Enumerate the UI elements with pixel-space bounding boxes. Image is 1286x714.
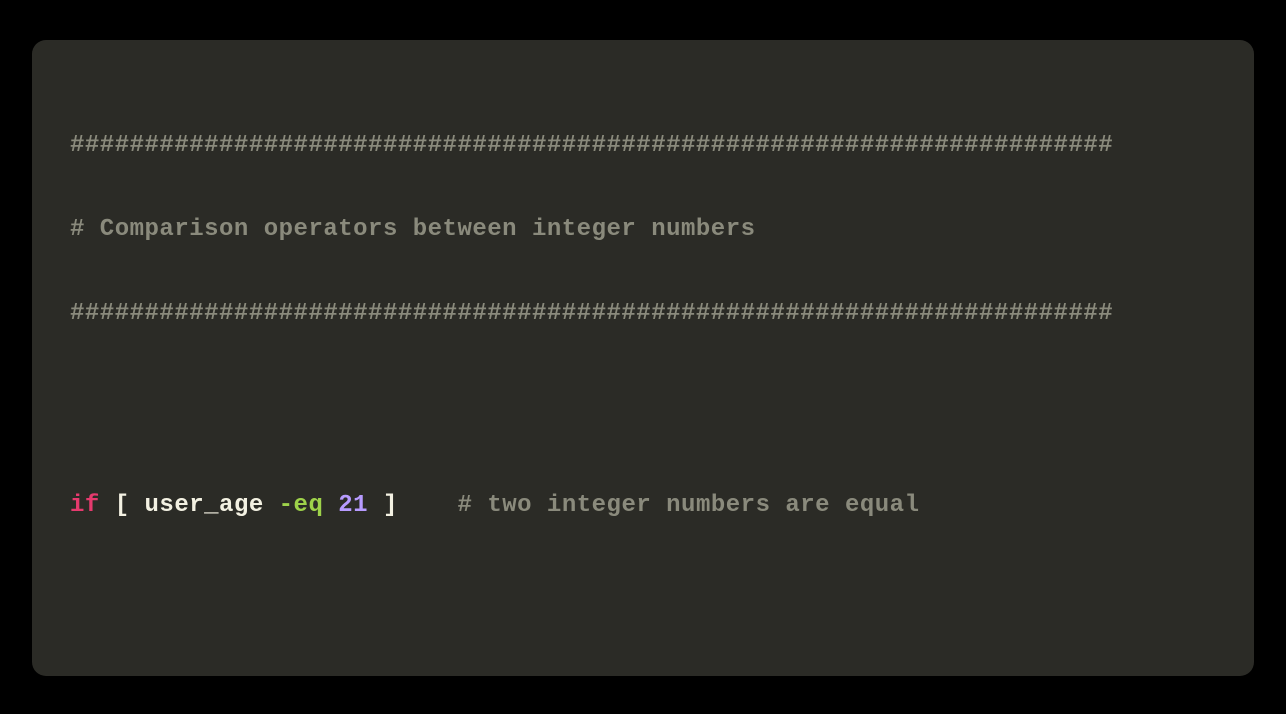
operator: -eq bbox=[279, 492, 324, 519]
comment: # two integer numbers are equal bbox=[458, 492, 920, 519]
variable: user_age bbox=[145, 492, 264, 519]
header-hash-bottom: ########################################… bbox=[70, 302, 1216, 338]
number-literal: 21 bbox=[338, 492, 368, 519]
bracket-open: [ bbox=[100, 492, 145, 519]
keyword-if: if bbox=[70, 492, 100, 519]
code-line: if [ user_age -eq 21 ] # two integer num… bbox=[70, 494, 1216, 530]
blank-line bbox=[70, 386, 1216, 422]
header-title: # Comparison operators between integer n… bbox=[70, 218, 1216, 254]
blank-line bbox=[70, 578, 1216, 614]
header-hash-top: ########################################… bbox=[70, 134, 1216, 170]
bracket-close: ] bbox=[368, 492, 398, 519]
code-panel: ########################################… bbox=[32, 40, 1254, 676]
